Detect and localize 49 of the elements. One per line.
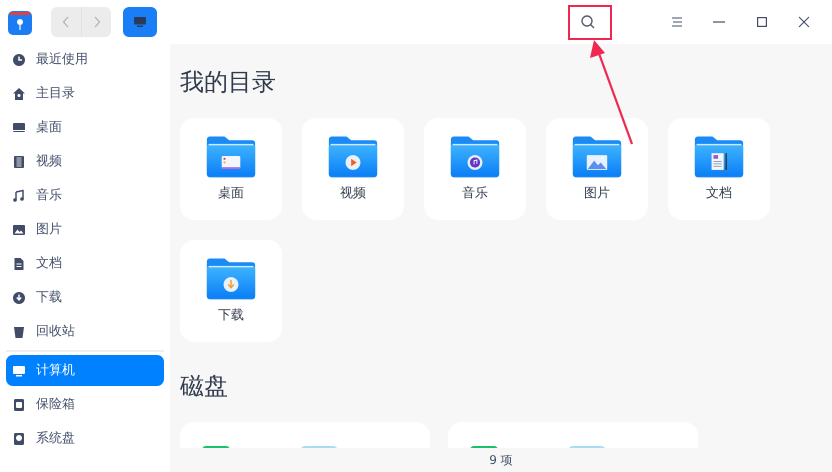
chevron-right-icon bbox=[92, 16, 100, 28]
folder-tile[interactable]: 视频 bbox=[302, 118, 404, 220]
safe-icon bbox=[12, 398, 26, 412]
folder-tile[interactable]: 图片 bbox=[546, 118, 648, 220]
highlight-box bbox=[568, 5, 612, 40]
sidebar-item[interactable]: 视频 bbox=[6, 146, 164, 177]
home-icon bbox=[12, 86, 26, 100]
sidebar-item[interactable]: 下载 bbox=[6, 282, 164, 313]
monitor-icon bbox=[12, 120, 26, 134]
sidebar-item[interactable]: 最近使用 bbox=[6, 44, 164, 75]
folder-label: 桌面 bbox=[218, 185, 244, 203]
section-heading: 磁盘 bbox=[180, 371, 228, 402]
document-icon bbox=[12, 256, 26, 270]
sidebar-item[interactable]: 桌面 bbox=[6, 112, 164, 143]
folder-tile[interactable]: 文档 bbox=[668, 118, 770, 220]
trash-icon bbox=[12, 324, 26, 338]
sidebar-item[interactable]: 回收站 bbox=[6, 316, 164, 347]
sidebar-item[interactable]: 文档 bbox=[6, 248, 164, 279]
folder-tile[interactable]: 桌面 bbox=[180, 118, 282, 220]
folder-label: 下载 bbox=[218, 307, 244, 325]
menu-icon bbox=[671, 17, 683, 27]
minimize-icon bbox=[713, 21, 725, 23]
folder-tile[interactable]: 下载 bbox=[180, 240, 282, 342]
folder-tile[interactable]: 音乐 bbox=[424, 118, 526, 220]
image-icon bbox=[12, 222, 26, 236]
app-logo-icon bbox=[7, 8, 33, 36]
item-count: 9 项 bbox=[489, 452, 513, 469]
monitor-icon bbox=[133, 16, 147, 28]
folder-label: 音乐 bbox=[462, 185, 488, 203]
folder-label: 视频 bbox=[340, 185, 366, 203]
maximize-icon bbox=[757, 17, 767, 27]
computer-view-button[interactable] bbox=[123, 7, 157, 37]
sidebar-item[interactable]: 音乐 bbox=[6, 180, 164, 211]
folder-label: 图片 bbox=[584, 185, 610, 203]
music-note-icon bbox=[12, 188, 26, 202]
clock-icon bbox=[12, 52, 26, 66]
monitor-icon bbox=[12, 364, 26, 378]
film-icon bbox=[12, 154, 26, 168]
chevron-left-icon bbox=[62, 16, 70, 28]
close-icon bbox=[798, 16, 810, 28]
sidebar-item[interactable]: 主目录 bbox=[6, 78, 164, 109]
section-heading: 我的目录 bbox=[180, 67, 276, 98]
folder-label: 文档 bbox=[706, 185, 732, 203]
sidebar-item[interactable]: 计算机 bbox=[6, 355, 164, 386]
sidebar-item[interactable]: 系统盘 bbox=[6, 423, 164, 454]
sidebar-item[interactable]: 图片 bbox=[6, 214, 164, 245]
sidebar-item[interactable]: 保险箱 bbox=[6, 389, 164, 420]
download-icon bbox=[12, 290, 26, 304]
search-icon bbox=[580, 14, 596, 30]
